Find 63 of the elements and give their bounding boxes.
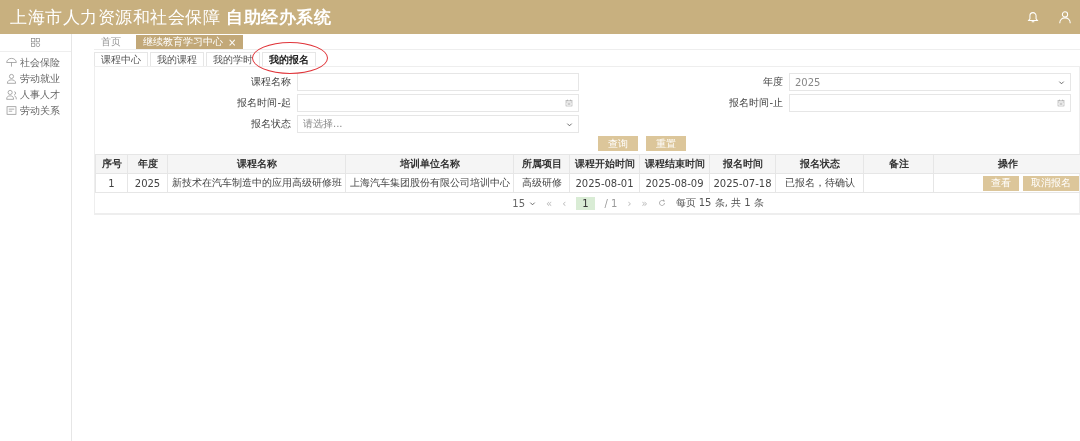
table-cell: 新技术在汽车制造中的应用高级研修班 xyxy=(167,173,346,193)
column-header: 年度 xyxy=(127,154,168,174)
page-tab[interactable]: 继续教育学习中心 × xyxy=(136,35,244,49)
calendar-icon xyxy=(1057,99,1065,107)
page-summary: 每页 15 条, 共 1 条 xyxy=(675,196,764,210)
field-label: 报名时间-起 xyxy=(236,96,292,110)
table-cell: 2025-08-01 xyxy=(569,173,640,193)
date-field[interactable] xyxy=(297,94,579,112)
column-header: 序号 xyxy=(95,154,128,174)
last-page-button[interactable]: » xyxy=(641,197,648,209)
first-page-button[interactable]: « xyxy=(546,197,553,209)
column-header: 课程名称 xyxy=(167,154,346,174)
sidebar-item[interactable]: 劳动就业 xyxy=(6,72,71,85)
bell-icon xyxy=(1026,10,1040,24)
page-title: 上海市人力资源和社会保障 自助经办系统 xyxy=(10,5,331,29)
sidebar-item[interactable]: 劳动关系 xyxy=(6,104,71,117)
table-cell: 已报名，待确认 xyxy=(775,173,864,193)
close-icon[interactable]: × xyxy=(228,36,237,48)
people-icon xyxy=(6,89,17,100)
column-header: 培训单位名称 xyxy=(345,154,514,174)
tab[interactable]: 课程中心 xyxy=(94,52,148,66)
tab[interactable]: 我的课程 xyxy=(150,52,204,66)
table-cell: 2025-08-09 xyxy=(639,173,710,193)
field-label: 报名状态 xyxy=(250,117,292,131)
table-cell: 2025 xyxy=(127,173,168,193)
umbrella-icon xyxy=(6,57,17,68)
user-icon xyxy=(1058,10,1072,24)
dropdown-field[interactable]: 2025 xyxy=(789,73,1071,91)
card-icon xyxy=(6,105,17,116)
field-label: 课程名称 xyxy=(250,75,292,89)
date-field[interactable] xyxy=(789,94,1071,112)
sidebar-item[interactable]: 社会保险 xyxy=(6,56,71,69)
dropdown-field[interactable]: 请选择... xyxy=(297,115,579,133)
column-header: 所属项目 xyxy=(513,154,570,174)
page-size-select[interactable]: 15 xyxy=(512,197,536,209)
page-total: / 1 xyxy=(604,197,618,209)
refresh-icon xyxy=(657,199,666,207)
field-label: 报名时间-止 xyxy=(728,96,784,110)
page-number-field[interactable]: 1 xyxy=(576,196,595,210)
person-icon xyxy=(6,73,17,84)
grid-icon xyxy=(30,37,41,48)
table-cell: 1 xyxy=(95,173,128,193)
calendar-icon xyxy=(565,99,573,107)
column-header: 报名状态 xyxy=(775,154,864,174)
sidebar-item[interactable]: 人事人才 xyxy=(6,88,71,101)
column-header: 课程结束时间 xyxy=(639,154,710,174)
input-field[interactable] xyxy=(297,73,579,91)
prev-page-button[interactable]: ‹ xyxy=(562,197,567,209)
next-page-button[interactable]: › xyxy=(627,197,632,209)
column-header: 课程开始时间 xyxy=(569,154,640,174)
chevron-down-icon xyxy=(1058,78,1065,86)
column-header: 操作 xyxy=(933,154,1080,174)
column-header: 备注 xyxy=(863,154,934,174)
table-cell: 上海汽车集团股份有限公司培训中心 xyxy=(345,173,514,193)
tab[interactable]: 我的报名 xyxy=(262,52,316,66)
table-cell: 高级研修 xyxy=(513,173,570,193)
tab[interactable]: 我的学时 xyxy=(206,52,260,66)
column-header: 报名时间 xyxy=(709,154,776,174)
table-cell: 2025-07-18 xyxy=(709,173,776,193)
chevron-down-icon xyxy=(566,120,573,128)
page-tab[interactable]: 首页 xyxy=(94,35,128,49)
field-label: 年度 xyxy=(762,75,784,89)
chevron-down-icon xyxy=(529,199,536,207)
